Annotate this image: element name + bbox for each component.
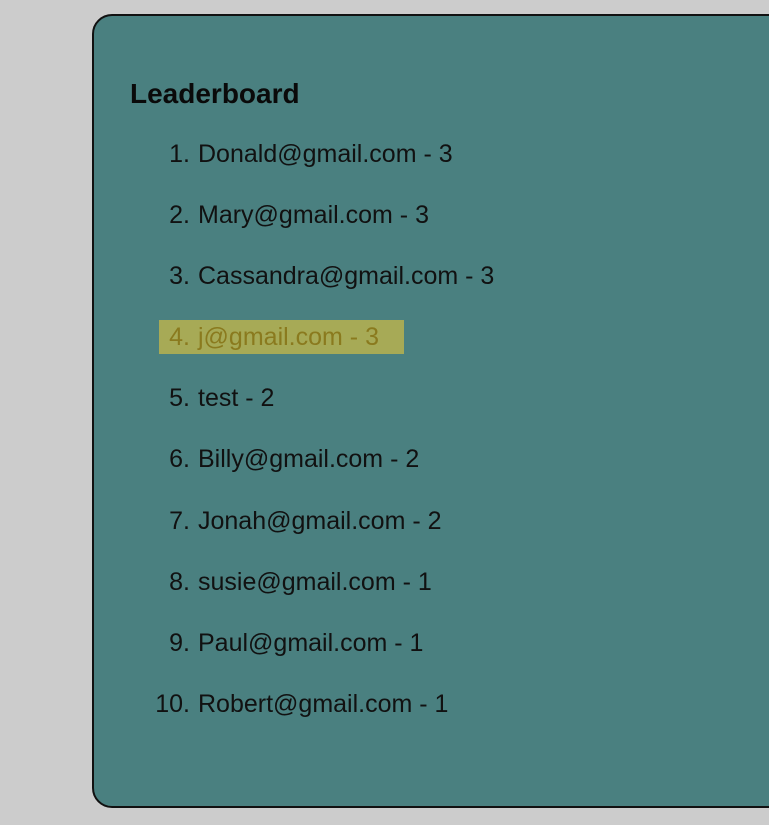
leaderboard-entry: Donald@gmail.com - 3 <box>198 140 453 168</box>
rank-number: 6. <box>169 445 190 474</box>
leaderboard-entry: Cassandra@gmail.com - 3 <box>198 262 495 291</box>
leaderboard-title: Leaderboard <box>130 78 300 109</box>
leaderboard-entry: test - 2 <box>198 384 275 413</box>
leaderboard-entry: Paul@gmail.com - 1 <box>198 628 424 657</box>
leaderboard-entry: Billy@gmail.com - 2 <box>198 445 420 474</box>
leaderboard-entry: j@gmail.com - 3 <box>198 323 379 352</box>
rank-number: 1. <box>169 140 190 168</box>
rank-number: 7. <box>169 506 190 535</box>
rank-number: 10. <box>155 689 190 718</box>
leaderboard-panel: Leaderboard 1. Donald@gmail.com - 3 2. M… <box>92 14 769 808</box>
leaderboard-entry: susie@gmail.com - 1 <box>198 567 432 596</box>
rank-number: 4. <box>169 323 190 352</box>
leaderboard-entry: Mary@gmail.com - 3 <box>198 201 429 230</box>
rank-number: 2. <box>169 201 190 230</box>
leaderboard-entry: Jonah@gmail.com - 2 <box>198 506 442 535</box>
rank-number: 5. <box>169 384 190 413</box>
leaderboard-entry: Robert@gmail.com - 1 <box>198 689 449 718</box>
rank-number: 3. <box>169 262 190 291</box>
rank-number: 8. <box>169 567 190 596</box>
rank-number: 9. <box>169 628 190 657</box>
